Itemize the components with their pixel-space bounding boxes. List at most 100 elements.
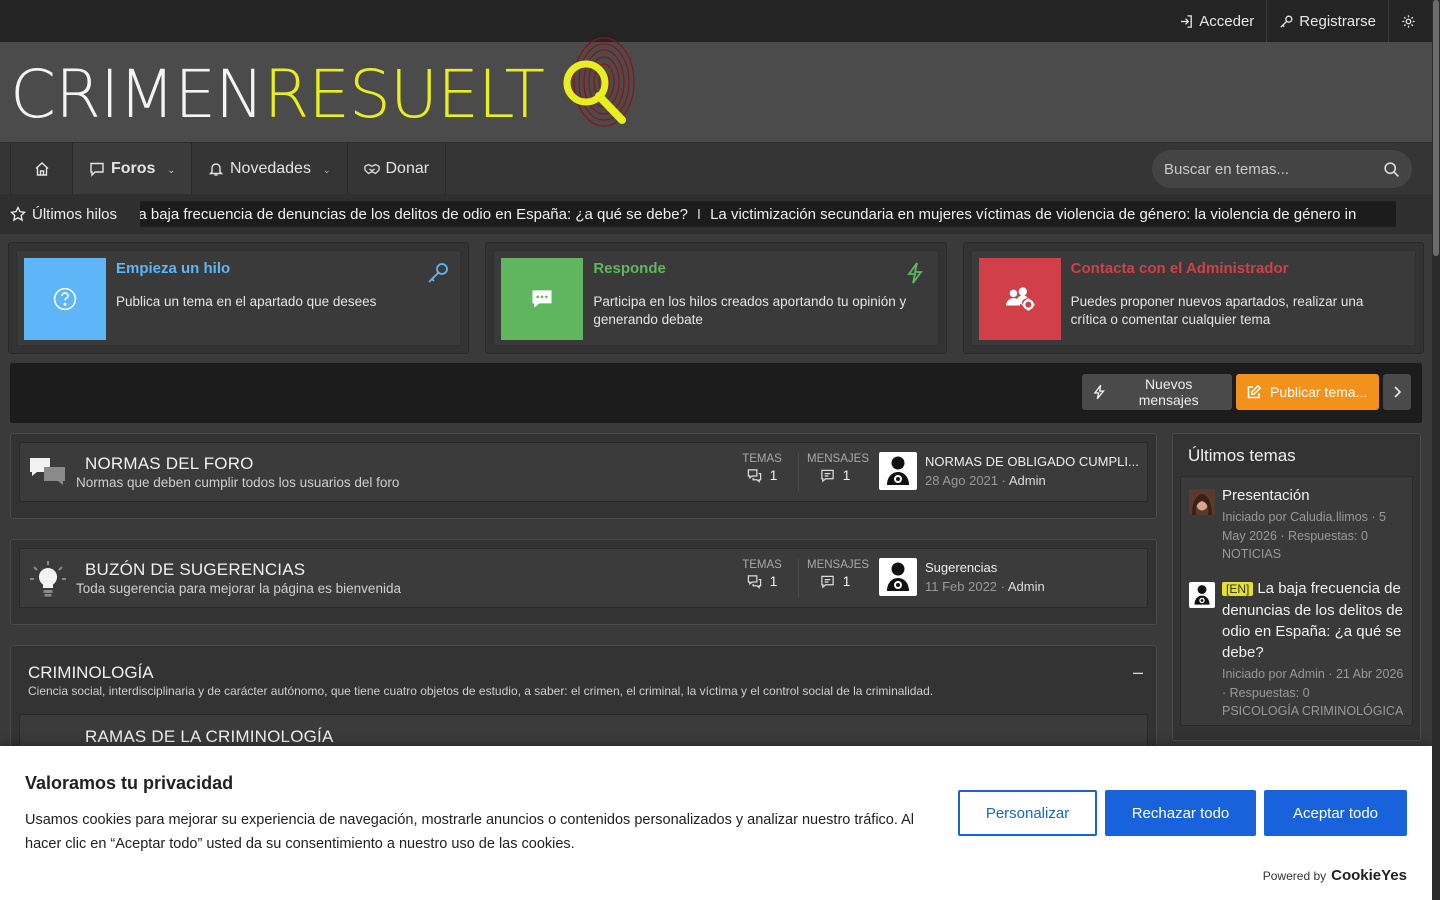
avatar[interactable] bbox=[879, 452, 917, 490]
collapse-button[interactable]: – bbox=[1133, 662, 1143, 683]
promo-desc: Publica un tema en el apartado que desee… bbox=[116, 294, 377, 309]
main-nav: Foros ⌄ Novedades ⌄ Donar bbox=[0, 142, 1432, 194]
avatar[interactable] bbox=[879, 558, 917, 596]
promo-desc: Puedes proponer nuevos apartados, realiz… bbox=[1070, 294, 1364, 327]
admin-avatar-icon bbox=[887, 562, 909, 591]
page: Acceder Registrarse CRIMENRESUELT Foros … bbox=[0, 0, 1432, 900]
reject-all-button[interactable]: Rechazar todo bbox=[1105, 790, 1256, 836]
action-bar: Nuevos mensajes Publicar tema... bbox=[10, 363, 1422, 423]
forum-block: NORMAS DEL FORO Normas que deben cumplir… bbox=[10, 433, 1157, 519]
cookie-consent-banner: Valoramos tu privacidad Usamos cookies p… bbox=[0, 746, 1432, 900]
ticker-item[interactable]: La baja frecuencia de denuncias de los d… bbox=[140, 206, 688, 223]
ticker-label: Últimos hilos bbox=[0, 194, 135, 234]
topic-forum[interactable]: NOTICIAS bbox=[1222, 547, 1281, 561]
login-icon bbox=[1181, 14, 1193, 28]
cookie-text: Usamos cookies para mejorar su experienc… bbox=[25, 812, 915, 852]
accept-all-button[interactable]: Aceptar todo bbox=[1264, 790, 1407, 836]
key-icon bbox=[428, 263, 449, 283]
register-label: Registrarse bbox=[1299, 12, 1376, 30]
promo-card-contact-admin[interactable]: Contacta con el Administrador Puedes pro… bbox=[962, 242, 1424, 354]
customize-button[interactable]: Personalizar bbox=[958, 790, 1097, 836]
cookieyes-logo[interactable]: CookieYes bbox=[1331, 867, 1407, 884]
topic-title[interactable]: Presentación bbox=[1222, 487, 1310, 504]
handshake-icon bbox=[363, 163, 380, 174]
last-post-meta: 11 Feb 2022 · Admin bbox=[925, 579, 1045, 594]
scrollbar[interactable] bbox=[1432, 0, 1440, 900]
edit-icon bbox=[1247, 384, 1262, 399]
search-icon[interactable] bbox=[1383, 161, 1400, 178]
posts-stat: MENSAJES 1 bbox=[807, 453, 869, 483]
powered-by: Powered by CookieYes bbox=[1262, 867, 1407, 884]
forum-description: Toda sugerencia para mejorar la página e… bbox=[76, 581, 401, 596]
divider bbox=[798, 453, 799, 491]
forum-title[interactable]: NORMAS DEL FORO bbox=[85, 454, 254, 474]
latest-topics-widget: Últimos temas Presentación Iniciado por … bbox=[1172, 433, 1421, 741]
site-header: CRIMENRESUELT bbox=[0, 37, 1432, 142]
chevron-down-icon[interactable]: ⌄ bbox=[167, 165, 175, 176]
tab-news[interactable]: Novedades ⌄ bbox=[191, 143, 347, 194]
last-post-user[interactable]: Admin bbox=[1009, 473, 1046, 488]
tab-forums[interactable]: Foros ⌄ bbox=[72, 143, 191, 194]
register-link[interactable]: Registrarse bbox=[1267, 0, 1388, 42]
category-title[interactable]: CRIMINOLOGÍA bbox=[28, 663, 154, 683]
topic-meta: Iniciado por Caludia.llimos · 5 May 2026… bbox=[1222, 510, 1386, 561]
forum-block: BUZÓN DE SUGERENCIAS Toda sugerencia par… bbox=[10, 539, 1157, 625]
ticker-separator: I bbox=[696, 205, 702, 223]
topic-forum[interactable]: PSICOLOGÍA CRIMINOLÓGICA bbox=[1222, 704, 1403, 718]
new-posts-button[interactable]: Nuevos mensajes bbox=[1082, 374, 1232, 410]
post-thread-button[interactable]: Publicar tema... bbox=[1236, 374, 1379, 410]
avatar[interactable] bbox=[1189, 582, 1215, 608]
tab-donate[interactable]: Donar bbox=[346, 143, 447, 194]
widget-title: Últimos temas bbox=[1188, 446, 1296, 465]
scrollbar-thumb[interactable] bbox=[1433, 0, 1439, 256]
users-cog-icon bbox=[978, 258, 1061, 340]
avatar[interactable] bbox=[1189, 489, 1215, 515]
bolt-icon bbox=[906, 262, 923, 284]
admin-avatar-icon bbox=[887, 456, 909, 485]
latest-threads-ticker: Últimos hilos La baja frecuencia de denu… bbox=[0, 194, 1432, 234]
home-tab[interactable] bbox=[10, 143, 72, 194]
category-description: Ciencia social, interdisciplinaria y de … bbox=[28, 684, 934, 698]
threads-icon bbox=[747, 574, 761, 589]
ticker-item[interactable]: La victimización secundaria en mujeres v… bbox=[710, 206, 1356, 223]
bolt-icon bbox=[1093, 384, 1105, 400]
widget-body: Presentación Iniciado por Caludia.llimos… bbox=[1180, 476, 1413, 726]
last-post-user[interactable]: Admin bbox=[1008, 579, 1045, 594]
question-icon bbox=[24, 258, 106, 340]
promo-cards: Empieza un hilo Publica un tema en el ap… bbox=[8, 242, 1424, 354]
gear-icon bbox=[1402, 14, 1415, 28]
star-icon bbox=[10, 206, 26, 222]
promo-title: Empieza un hilo bbox=[116, 260, 231, 277]
forum-title[interactable]: BUZÓN DE SUGERENCIAS bbox=[85, 560, 305, 580]
last-post-meta: 28 Ago 2021 · Admin bbox=[925, 473, 1046, 488]
tab-news-label: Novedades bbox=[230, 159, 311, 177]
chevron-right-icon bbox=[1394, 386, 1402, 398]
divider bbox=[798, 559, 799, 597]
search-box bbox=[1152, 150, 1412, 188]
top-bar: Acceder Registrarse bbox=[0, 0, 1432, 42]
chevron-down-icon[interactable]: ⌄ bbox=[323, 165, 331, 176]
message-icon bbox=[820, 575, 834, 588]
message-icon bbox=[820, 469, 834, 482]
promo-card-start-thread[interactable]: Empieza un hilo Publica un tema en el ap… bbox=[8, 242, 470, 354]
promo-title: Contacta con el Administrador bbox=[1070, 260, 1289, 277]
forum-description: Normas que deben cumplir todos los usuar… bbox=[76, 475, 400, 490]
last-post-title[interactable]: Sugerencias bbox=[925, 560, 997, 575]
forum-node: NORMAS DEL FORO Normas que deben cumplir… bbox=[19, 442, 1148, 502]
posts-stat: MENSAJES 1 bbox=[807, 559, 869, 589]
search-input[interactable] bbox=[1164, 160, 1364, 178]
admin-avatar-icon bbox=[1194, 585, 1210, 605]
ticker-track: La baja frecuencia de denuncias de los d… bbox=[140, 201, 1396, 227]
next-page-button[interactable] bbox=[1383, 374, 1411, 410]
language-tag: [EN] bbox=[1222, 582, 1254, 596]
site-logo[interactable]: CRIMENRESUELT bbox=[10, 50, 545, 140]
bell-icon bbox=[208, 162, 224, 176]
tab-donate-label: Donar bbox=[385, 159, 430, 177]
threads-icon bbox=[747, 468, 761, 483]
promo-card-reply[interactable]: Responde Participa en los hilos creados … bbox=[485, 242, 947, 354]
login-link[interactable]: Acceder bbox=[1167, 0, 1266, 42]
key-icon bbox=[1280, 14, 1293, 28]
style-settings-button[interactable] bbox=[1389, 0, 1432, 42]
last-post-title[interactable]: NORMAS DE OBLIGADO CUMPLI... bbox=[925, 454, 1139, 469]
forum-title[interactable]: RAMAS DE LA CRIMINOLOGÍA bbox=[85, 727, 334, 747]
